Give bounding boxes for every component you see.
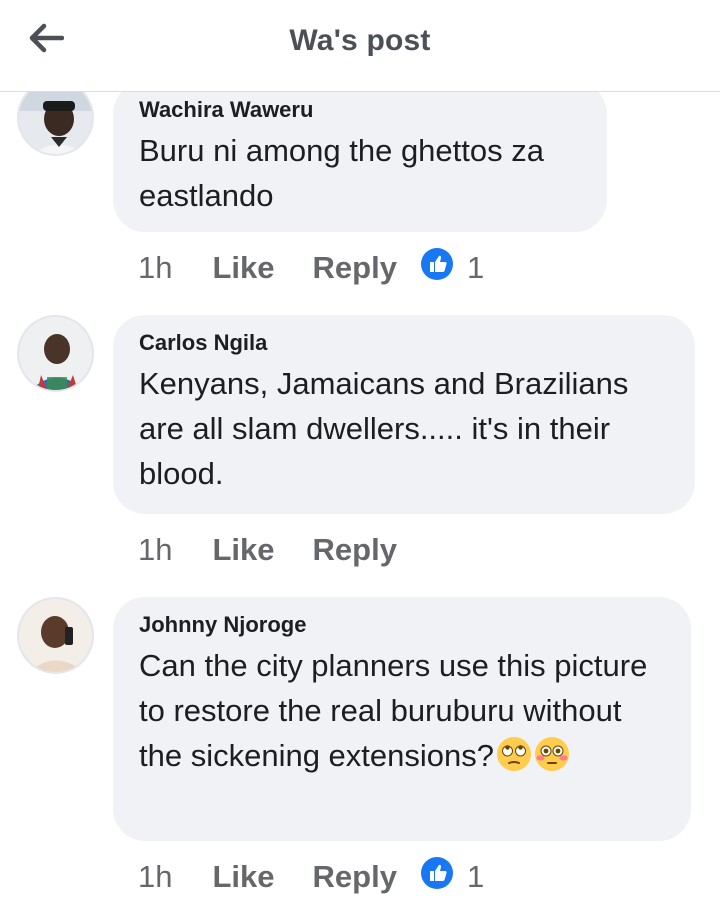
comment-actions: 1h Like Reply	[138, 530, 421, 570]
eye-roll-emoji	[496, 736, 532, 784]
page-title: Wa's post	[289, 24, 431, 57]
comment-text-content: Can the city planners use this picture t…	[139, 648, 648, 773]
reaction-summary[interactable]: 1	[420, 857, 485, 897]
comment-time[interactable]: 1h	[138, 532, 172, 568]
comment-author[interactable]: Johnny Njoroge	[139, 611, 665, 639]
comments-page: Wa's post Wachira Waweru Buru ni among t…	[0, 0, 720, 909]
flushed-emoji	[534, 736, 570, 784]
reaction-count: 1	[466, 859, 485, 894]
thumbs-up-icon	[420, 857, 453, 897]
comment-bubble: Carlos Ngila Kenyans, Jamaicans and Braz…	[113, 315, 695, 514]
comment-time[interactable]: 1h	[138, 250, 172, 286]
reply-button[interactable]: Reply	[313, 859, 397, 895]
comment-bubble: Johnny Njoroge Can the city planners use…	[113, 597, 691, 841]
reaction-summary[interactable]: 1	[420, 248, 485, 288]
like-button[interactable]: Like	[212, 532, 274, 568]
comment-actions: 1h Like Reply 1	[138, 248, 484, 288]
comment-time[interactable]: 1h	[138, 859, 172, 895]
comment-actions: 1h Like Reply 1	[138, 857, 484, 897]
reaction-count: 1	[466, 250, 485, 285]
reply-button[interactable]: Reply	[313, 532, 397, 568]
thumbs-up-icon	[420, 248, 453, 288]
avatar[interactable]	[17, 315, 94, 392]
comment-author[interactable]: Wachira Waweru	[139, 96, 581, 124]
top-bar: Wa's post	[0, 0, 720, 92]
comment-text: Buru ni among the ghettos za eastlando	[139, 133, 544, 213]
comment-text: Can the city planners use this picture t…	[139, 643, 665, 784]
comment-author[interactable]: Carlos Ngila	[139, 329, 669, 357]
comment-text: Kenyans, Jamaicans and Brazilians are al…	[139, 366, 629, 491]
comment-bubble: Wachira Waweru Buru ni among the ghettos…	[113, 82, 607, 232]
avatar[interactable]	[17, 597, 94, 674]
like-button[interactable]: Like	[212, 250, 274, 286]
reply-button[interactable]: Reply	[313, 250, 397, 286]
like-button[interactable]: Like	[212, 859, 274, 895]
